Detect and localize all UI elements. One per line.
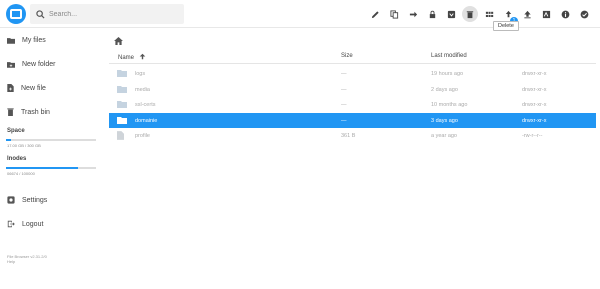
inodes-label: Inodes xyxy=(7,156,27,162)
listing-header: Name Size Last modified xyxy=(109,49,596,64)
trash-icon xyxy=(466,10,474,18)
sidebar-item-label: Settings xyxy=(22,196,48,204)
file-name: ssl-certs xyxy=(135,102,156,108)
file-modified: 2 days ago xyxy=(431,86,458,93)
lock-icon xyxy=(429,10,435,18)
file-modified: a year ago xyxy=(431,133,457,139)
pencil-icon xyxy=(371,10,379,18)
search-input[interactable] xyxy=(49,10,169,18)
move-button[interactable] xyxy=(405,6,421,22)
check-circle-icon xyxy=(580,10,588,18)
sidebar-item-my-files[interactable]: My files xyxy=(0,28,104,52)
info-icon xyxy=(561,10,569,18)
space-progress xyxy=(6,139,96,141)
sidebar-item-label: New file xyxy=(21,84,46,92)
view-toggle-button[interactable] xyxy=(481,6,497,22)
sidebar-item-label: Trash bin xyxy=(21,108,50,116)
inodes-progress-fill xyxy=(6,167,78,169)
file-modified: 3 days ago xyxy=(431,117,458,124)
share-button[interactable] xyxy=(424,6,440,22)
settings-icon xyxy=(7,196,15,204)
file-permissions: -rw-r--r-- xyxy=(522,133,543,139)
size-column-header[interactable]: Size xyxy=(341,53,353,59)
rename-button[interactable] xyxy=(367,6,383,22)
help-link[interactable]: Help xyxy=(7,259,47,264)
sidebar-item-settings[interactable]: Settings xyxy=(0,188,104,212)
upload-button[interactable] xyxy=(519,6,535,22)
table-row[interactable]: media — 2 days ago drwxr-xr-x xyxy=(109,82,596,97)
sidebar-item-label: Logout xyxy=(22,220,44,228)
modified-column-header[interactable]: Last modified xyxy=(431,53,467,59)
file-size: 361 B xyxy=(341,133,356,139)
arrow-up-icon xyxy=(139,53,145,60)
upload-icon xyxy=(523,10,531,18)
name-column-header[interactable]: Name xyxy=(118,53,146,61)
info-button[interactable] xyxy=(557,6,573,22)
table-row[interactable]: domainie — 3 days ago drwxr-xr-x xyxy=(109,112,596,128)
space-value: 17.00 GB / 300 GB xyxy=(7,143,41,148)
sidebar-item-new-folder[interactable]: New folder xyxy=(0,52,104,76)
file-size: — xyxy=(341,71,347,77)
file-name: domainie xyxy=(135,117,158,124)
sidebar-item-trash[interactable]: Trash bin xyxy=(0,100,104,124)
space-label: Space xyxy=(7,128,25,134)
file-permissions: drwxr-xr-x xyxy=(522,86,547,93)
copy-button[interactable] xyxy=(386,6,402,22)
home-icon[interactable] xyxy=(114,37,123,45)
space-progress-fill xyxy=(6,139,12,141)
grid-view-icon xyxy=(485,11,493,17)
folder-icon xyxy=(117,85,127,93)
credits: File Browser v2.31.2/0 Help xyxy=(7,254,47,264)
table-row[interactable]: logs — 19 hours ago drwxr-xr-x xyxy=(109,66,596,81)
sidebar-item-label: New folder xyxy=(22,60,56,68)
delete-tooltip: Delete xyxy=(493,21,519,31)
name-column-label: Name xyxy=(118,55,135,61)
copy-icon xyxy=(389,9,398,19)
file-permissions: drwxr-xr-x xyxy=(522,102,547,108)
file-permissions: drwxr-xr-x xyxy=(522,71,547,77)
table-row[interactable]: profile 361 B a year ago -rw-r--r-- xyxy=(109,128,596,143)
top-bar: 1 Delete xyxy=(0,0,600,31)
sidebar: My files New folder New file Trash bin S… xyxy=(0,28,104,289)
file-modified: 10 months ago xyxy=(431,102,468,108)
file-name: media xyxy=(135,86,150,93)
folder-icon xyxy=(117,116,127,124)
new-folder-icon xyxy=(7,61,15,68)
folder-icon xyxy=(117,70,127,77)
sidebar-item-label: My files xyxy=(22,36,46,44)
upload-status-button[interactable]: 1 xyxy=(500,6,518,25)
file-modified: 19 hours ago xyxy=(431,71,464,77)
archive-button[interactable] xyxy=(443,6,459,22)
inodes-progress xyxy=(6,167,96,169)
inodes-value: 06674 / 100000 xyxy=(7,171,35,176)
sidebar-item-new-file[interactable]: New file xyxy=(0,76,104,100)
file-icon xyxy=(117,131,124,140)
breadcrumb xyxy=(114,32,123,50)
select-icon xyxy=(542,10,550,18)
select-multiple-button[interactable] xyxy=(538,6,554,22)
file-size: — xyxy=(341,102,347,108)
toolbar-actions: 1 xyxy=(364,4,592,25)
search-box[interactable] xyxy=(30,4,184,24)
file-name: profile xyxy=(135,133,150,139)
app-logo[interactable] xyxy=(6,4,26,24)
search-icon xyxy=(36,9,45,19)
folder-icon xyxy=(7,37,15,44)
table-row[interactable]: ssl-certs — 10 months ago drwxr-xr-x xyxy=(109,97,596,112)
archive-icon xyxy=(447,10,455,18)
file-size: — xyxy=(341,117,347,124)
file-name: logs xyxy=(135,71,146,77)
trash-icon xyxy=(7,108,14,116)
arrow-right-icon xyxy=(409,11,417,17)
file-permissions: drwxr-xr-x xyxy=(522,117,547,124)
new-file-icon xyxy=(7,84,14,92)
folder-icon xyxy=(117,101,127,108)
sidebar-item-logout[interactable]: Logout xyxy=(0,212,104,236)
logout-icon xyxy=(7,220,15,228)
file-size: — xyxy=(341,86,347,93)
delete-button[interactable] xyxy=(462,6,478,22)
select-all-button[interactable] xyxy=(576,6,592,22)
